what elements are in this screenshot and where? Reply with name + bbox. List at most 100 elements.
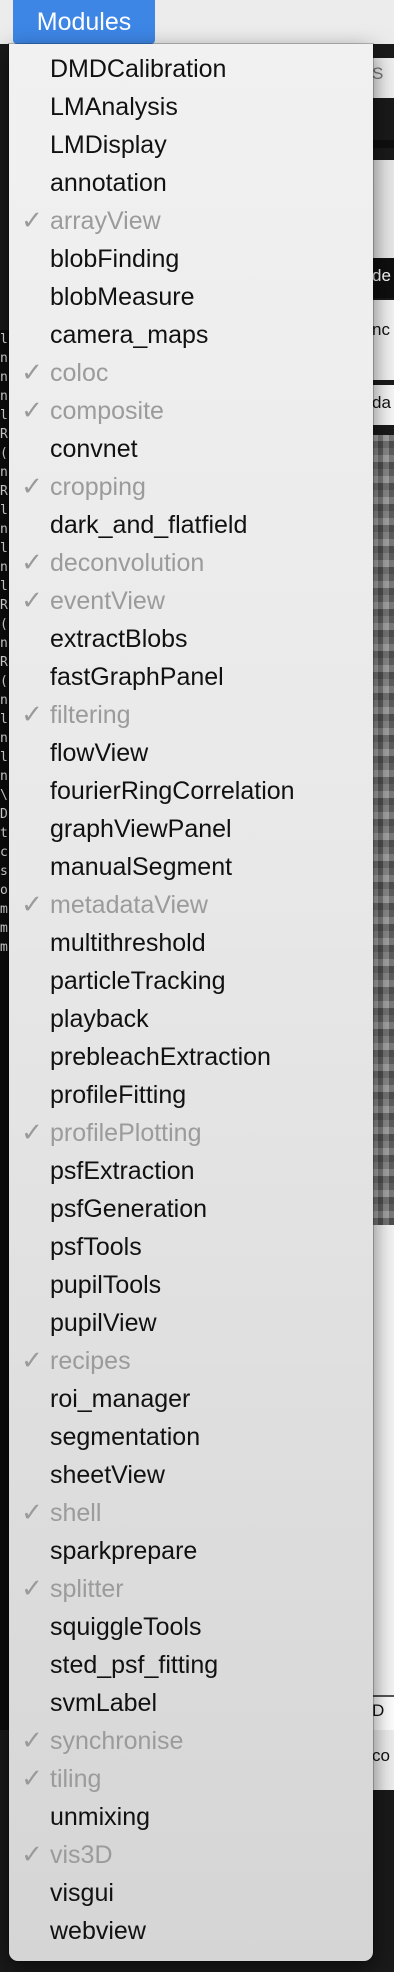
checkmark-icon: ✓: [21, 472, 43, 502]
checkmark-icon: ✓: [21, 206, 43, 236]
menu-item-webview[interactable]: webview: [9, 1912, 373, 1950]
menu-item-vis3d: ✓ vis3D: [9, 1836, 373, 1874]
menu-item-label: arrayView: [50, 207, 161, 235]
menu-item-label: roi_manager: [50, 1385, 191, 1413]
menu-item-label: psfGeneration: [50, 1195, 208, 1223]
menu-item-psftools[interactable]: psfTools: [9, 1228, 373, 1266]
menu-item-lmdisplay[interactable]: LMDisplay: [9, 126, 373, 164]
menu-item-label: visgui: [50, 1879, 114, 1907]
menu-item-label: filtering: [50, 701, 131, 729]
menu-item-flowview[interactable]: flowView: [9, 734, 373, 772]
menu-item-sheetview[interactable]: sheetView: [9, 1456, 373, 1494]
menu-item-label: eventView: [50, 587, 165, 615]
menu-item-svmlabel[interactable]: svmLabel: [9, 1684, 373, 1722]
background-dark-bar: de: [372, 258, 394, 298]
menu-item-particletracking[interactable]: particleTracking: [9, 962, 373, 1000]
menu-item-label: squiggleTools: [50, 1613, 202, 1641]
menu-item-label: segmentation: [50, 1423, 201, 1451]
menu-item-label: sheetView: [50, 1461, 165, 1489]
menu-item-blobfinding[interactable]: blobFinding: [9, 240, 373, 278]
menu-item-label: playback: [50, 1005, 149, 1033]
menu-item-blobmeasure[interactable]: blobMeasure: [9, 278, 373, 316]
menu-item-filtering: ✓ filtering: [9, 696, 373, 734]
menu-item-annotation[interactable]: annotation: [9, 164, 373, 202]
menu-item-multithreshold[interactable]: multithreshold: [9, 924, 373, 962]
checkmark-icon: ✓: [21, 1764, 43, 1794]
background-panel: co: [372, 1730, 394, 1790]
menu-item-label: graphViewPanel: [50, 815, 232, 843]
menu-item-visgui[interactable]: visgui: [9, 1874, 373, 1912]
menu-item-eventview: ✓ eventView: [9, 582, 373, 620]
checkmark-icon: ✓: [21, 1118, 43, 1148]
menu-item-metadataview: ✓ metadataView: [9, 886, 373, 924]
menu-item-label: prebleachExtraction: [50, 1043, 271, 1071]
checkmark-icon: ✓: [21, 548, 43, 578]
menu-item-roi-manager[interactable]: roi_manager: [9, 1380, 373, 1418]
background-panel: nc: [372, 300, 394, 380]
menu-item-prebleachextraction[interactable]: prebleachExtraction: [9, 1038, 373, 1076]
menu-item-label: synchronise: [50, 1727, 184, 1755]
menu-item-label: dark_and_flatfield: [50, 511, 248, 539]
menu-item-graphviewpanel[interactable]: graphViewPanel: [9, 810, 373, 848]
menu-item-label: profileFitting: [50, 1081, 187, 1109]
background-label: da: [372, 393, 391, 412]
menu-item-arrayview: ✓ arrayView: [9, 202, 373, 240]
menu-item-label: fastGraphPanel: [50, 663, 224, 691]
menu-item-pupiltools[interactable]: pupilTools: [9, 1266, 373, 1304]
menu-item-splitter: ✓ splitter: [9, 1570, 373, 1608]
background-label: co: [372, 1746, 390, 1765]
menu-item-label: sparkprepare: [50, 1537, 198, 1565]
checkmark-icon: ✓: [21, 700, 43, 730]
menu-item-camera-maps[interactable]: camera_maps: [9, 316, 373, 354]
menu-item-label: webview: [50, 1917, 146, 1945]
menu-item-synchronise: ✓ synchronise: [9, 1722, 373, 1760]
menu-item-pupilview[interactable]: pupilView: [9, 1304, 373, 1342]
menu-item-psfextraction[interactable]: psfExtraction: [9, 1152, 373, 1190]
menu-item-playback[interactable]: playback: [9, 1000, 373, 1038]
menu-item-label: pupilTools: [50, 1271, 162, 1299]
background-label: nc: [372, 320, 390, 339]
menu-item-list: DMDCalibration LMAnalysis LMDisplay annotat…: [9, 50, 373, 1950]
menu-item-sparkprepare[interactable]: sparkprepare: [9, 1532, 373, 1570]
menu-item-manualsegment[interactable]: manualSegment: [9, 848, 373, 886]
menu-item-label: annotation: [50, 169, 167, 197]
menu-item-label: psfExtraction: [50, 1157, 195, 1185]
checkmark-icon: ✓: [21, 358, 43, 388]
menu-item-label: convnet: [50, 435, 138, 463]
menu-item-extractblobs[interactable]: extractBlobs: [9, 620, 373, 658]
menu-item-segmentation[interactable]: segmentation: [9, 1418, 373, 1456]
background-image-view: [372, 435, 394, 1225]
background-tab-label: S: [372, 64, 384, 83]
menu-item-profilefitting[interactable]: profileFitting: [9, 1076, 373, 1114]
menu-item-label: multithreshold: [50, 929, 206, 957]
checkmark-icon: ✓: [21, 586, 43, 616]
menu-item-squiggletools[interactable]: squiggleTools: [9, 1608, 373, 1646]
background-field: D: [372, 1695, 394, 1731]
menu-item-label: splitter: [50, 1575, 124, 1603]
menu-item-dmdcalibration[interactable]: DMDCalibration: [9, 50, 373, 88]
checkmark-icon: ✓: [21, 1346, 43, 1376]
checkmark-icon: ✓: [21, 1726, 43, 1756]
menu-item-fastgraphpanel[interactable]: fastGraphPanel: [9, 658, 373, 696]
menu-item-label: manualSegment: [50, 853, 233, 881]
menu-item-label: psfTools: [50, 1233, 142, 1261]
menu-item-unmixing[interactable]: unmixing: [9, 1798, 373, 1836]
menu-item-convnet[interactable]: convnet: [9, 430, 373, 468]
menu-item-sted-psf-fitting[interactable]: sted_psf_fitting: [9, 1646, 373, 1684]
menu-item-label: composite: [50, 397, 164, 425]
checkmark-icon: ✓: [21, 1498, 43, 1528]
background-toolbar: [372, 160, 394, 260]
menu-item-label: coloc: [50, 359, 109, 387]
menu-item-lmanalysis[interactable]: LMAnalysis: [9, 88, 373, 126]
background-label: de: [372, 266, 391, 285]
menu-item-label: deconvolution: [50, 549, 205, 577]
menu-item-label: extractBlobs: [50, 625, 188, 653]
menu-item-dark-and-flatfield[interactable]: dark_and_flatfield: [9, 506, 373, 544]
menu-item-fourierringcorrelation[interactable]: fourierRingCorrelation: [9, 772, 373, 810]
background-panel: [372, 1225, 394, 1695]
menu-item-label: LMDisplay: [50, 131, 167, 159]
menu-item-label: DMDCalibration: [50, 55, 227, 83]
menu-item-psfgeneration[interactable]: psfGeneration: [9, 1190, 373, 1228]
background-label: D: [372, 1701, 385, 1720]
modules-menu-title[interactable]: Modules: [13, 0, 155, 44]
